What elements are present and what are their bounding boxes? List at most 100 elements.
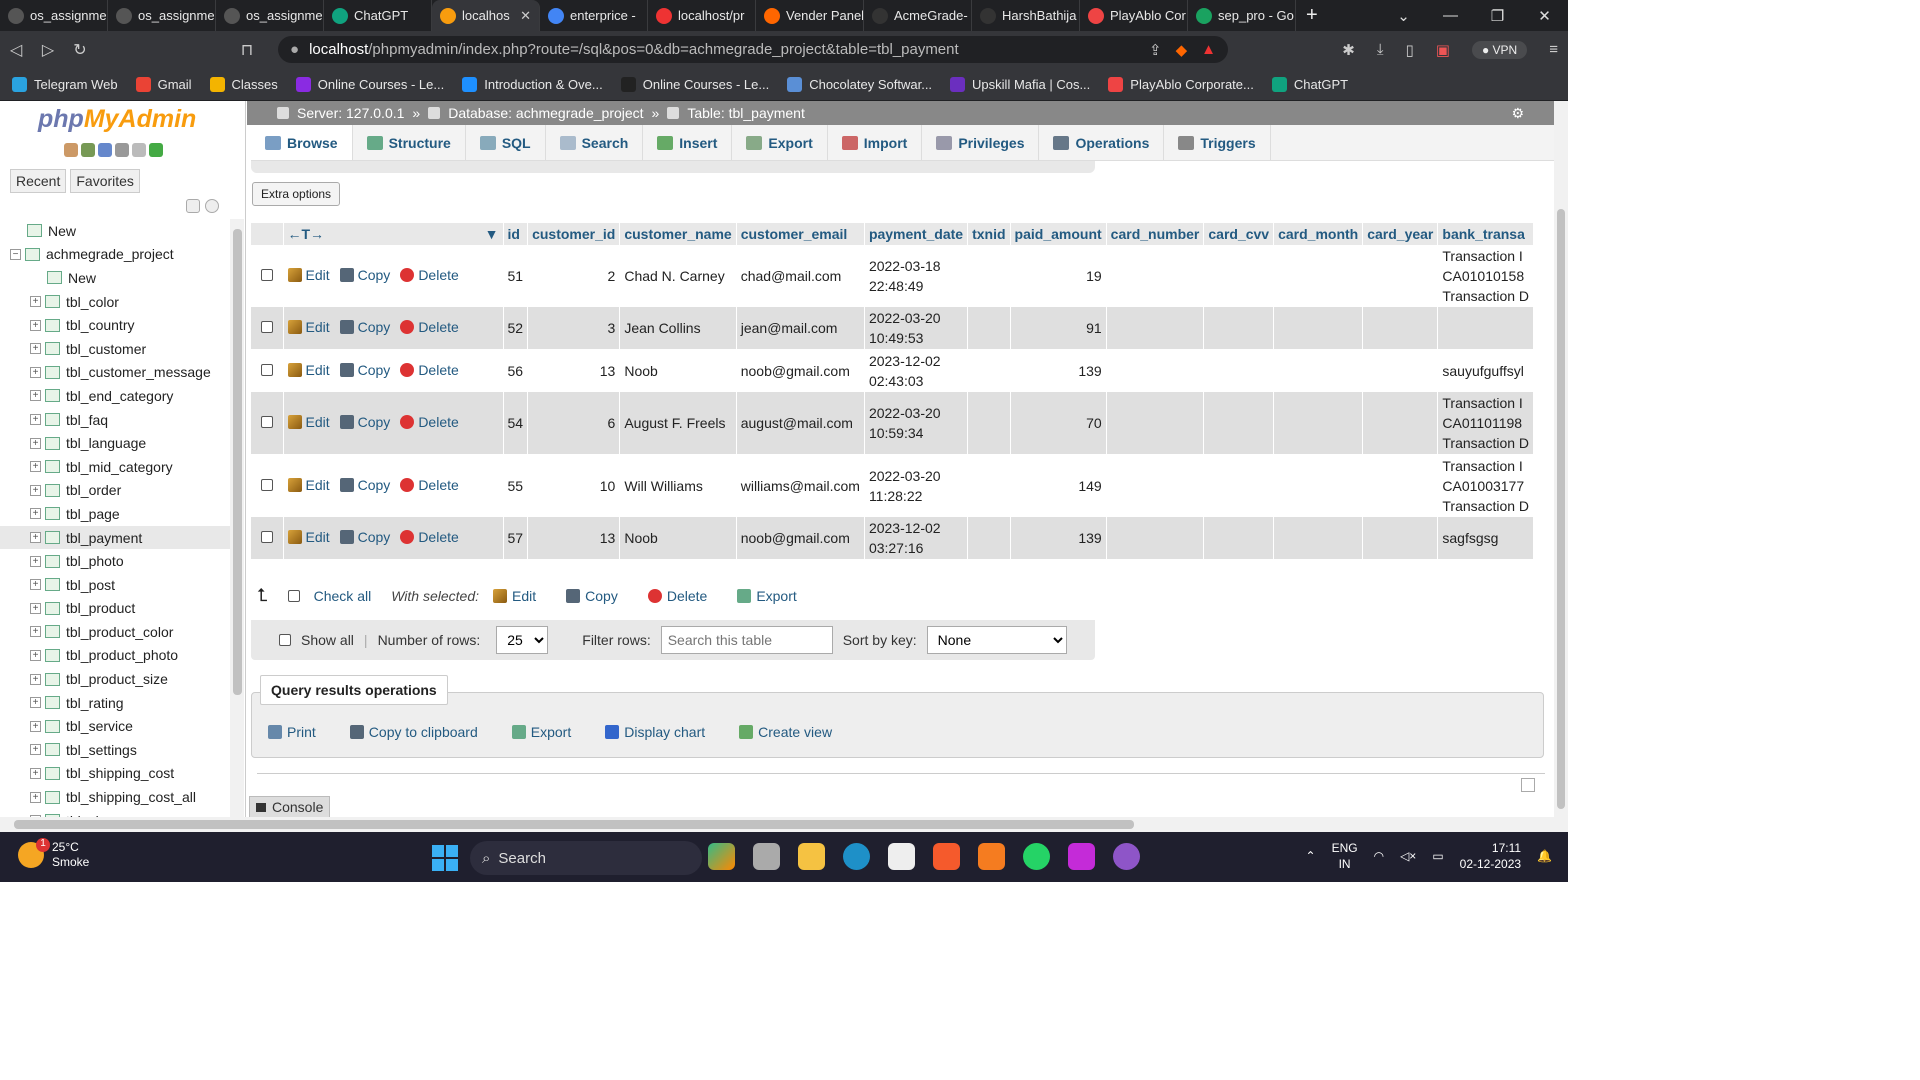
row-checkbox[interactable] (260, 321, 273, 333)
expand-icon[interactable]: + (30, 343, 41, 355)
expand-icon[interactable]: + (30, 673, 41, 685)
tray-chevron-icon[interactable]: ⌃ (1306, 849, 1316, 863)
reload-nav-icon[interactable] (149, 143, 163, 157)
edge-icon[interactable] (843, 843, 870, 870)
downloads-icon[interactable]: ⤓ (1377, 41, 1384, 58)
check-all-label[interactable]: Check all (314, 588, 372, 604)
browser-tab[interactable]: localhos ✕ (432, 0, 540, 31)
row-edit-button[interactable]: Edit (287, 362, 330, 378)
tree-table-tbl_rating[interactable]: + tbl_rating (0, 691, 230, 715)
expand-icon[interactable]: + (30, 484, 41, 496)
wifi-icon[interactable]: ◠ (1374, 849, 1384, 863)
expand-icon[interactable]: + (30, 414, 41, 426)
sort-key-select[interactable]: None (926, 626, 1067, 654)
tree-table-tbl_shipping_cost_all[interactable]: + tbl_shipping_cost_all (0, 785, 230, 809)
expand-icon[interactable]: + (30, 555, 41, 567)
row-checkbox[interactable] (260, 363, 273, 376)
tab-triggers[interactable]: Triggers (1164, 125, 1271, 160)
tab-privileges[interactable]: Privileges (922, 125, 1040, 160)
tab-search-icon[interactable]: ⌄ (1380, 7, 1427, 25)
expand-icon[interactable]: + (30, 720, 41, 732)
bookmark-item[interactable]: Gmail (135, 76, 192, 92)
tree-table-tbl_service[interactable]: + tbl_service (0, 714, 230, 738)
rows-select[interactable]: 25 (496, 626, 549, 654)
row-delete-button[interactable]: Delete (400, 414, 459, 430)
expand-icon[interactable]: + (30, 744, 41, 756)
vpn-button[interactable]: ● VPN (1471, 40, 1528, 59)
back-icon[interactable]: ◁ (0, 40, 32, 60)
help-icon[interactable] (98, 143, 112, 157)
expand-icon[interactable]: + (30, 767, 41, 779)
taskbar-search[interactable]: ⌕ Search (470, 841, 702, 875)
github-desktop-icon[interactable] (1113, 843, 1140, 870)
maximize-button[interactable]: ❐ (1474, 7, 1521, 25)
tree-table-tbl_product[interactable]: + tbl_product (0, 597, 230, 621)
bookmark-item[interactable]: Classes (209, 76, 278, 92)
rewards-icon[interactable]: ▲ (1201, 41, 1216, 58)
column-resize-icon[interactable]: ←T→ (288, 226, 325, 242)
console-button[interactable]: Console (249, 796, 331, 817)
tree-table-tbl_photo[interactable]: + tbl_photo (0, 549, 230, 573)
expand-icon[interactable]: + (30, 319, 41, 331)
browser-tab[interactable]: localhost/pr (648, 0, 756, 31)
browser-tab[interactable]: AcmeGrade- (864, 0, 972, 31)
browser-tab[interactable]: os_assignme (0, 0, 108, 31)
tree-table-tbl_product_photo[interactable]: + tbl_product_photo (0, 644, 230, 668)
menu-icon[interactable]: ≡ (1549, 41, 1558, 58)
qro-print-button[interactable]: Print (268, 724, 316, 740)
tree-table-tbl_customer_message[interactable]: + tbl_customer_message (0, 361, 230, 385)
tree-table-tbl_product_color[interactable]: + tbl_product_color (0, 620, 230, 644)
row-delete-button[interactable]: Delete (400, 267, 459, 283)
tree-table-tbl_page[interactable]: + tbl_page (0, 502, 230, 526)
tab-browse[interactable]: Browse (251, 125, 353, 160)
row-delete-button[interactable]: Delete (400, 477, 459, 493)
sidebar-scrollbar[interactable] (230, 219, 244, 817)
task-view-icon[interactable] (753, 843, 780, 870)
page-note-icon[interactable] (1521, 778, 1535, 792)
tree-table-tbl_shipping_cost[interactable]: + tbl_shipping_cost (0, 762, 230, 786)
tree-table-tbl_post[interactable]: + tbl_post (0, 573, 230, 597)
extensions-icon[interactable]: ✱ (1342, 41, 1355, 59)
tab-structure[interactable]: Structure (353, 125, 466, 160)
expand-icon[interactable]: + (30, 579, 41, 591)
expand-icon[interactable]: + (30, 390, 41, 402)
expand-icon[interactable]: + (30, 697, 41, 709)
browser-tab[interactable]: sep_pro - Go (1188, 0, 1296, 31)
close-window-button[interactable]: ✕ (1521, 7, 1568, 25)
language-indicator[interactable]: ENG IN (1332, 840, 1358, 872)
row-edit-button[interactable]: Edit (287, 414, 330, 430)
url-bar[interactable]: ● localhost/phpmyadmin/index.php?route=/… (278, 36, 1228, 63)
column-header-customer_id[interactable]: customer_id (527, 223, 621, 245)
link-with-main-icon[interactable] (205, 199, 219, 213)
tab-search[interactable]: Search (546, 125, 644, 160)
tree-table-tbl_customer[interactable]: + tbl_customer (0, 337, 230, 361)
brave-icon[interactable] (933, 843, 960, 870)
column-header-card_cvv[interactable]: card_cvv (1203, 223, 1275, 245)
page-scrollbar[interactable] (1554, 101, 1568, 817)
wallet-icon[interactable]: ▣ (1436, 41, 1450, 59)
browser-tab[interactable]: Vender Panel (756, 0, 864, 31)
clock[interactable]: 17:11 02-12-2023 (1460, 840, 1521, 872)
crumb-server[interactable]: Server: 127.0.0.1 (297, 105, 404, 121)
start-button[interactable] (432, 845, 458, 871)
site-info-icon[interactable]: ● (290, 41, 299, 58)
row-edit-button[interactable]: Edit (287, 477, 330, 493)
tree-table-tbl_country[interactable]: + tbl_country (0, 313, 230, 337)
row-delete-button[interactable]: Delete (400, 529, 459, 545)
bookmark-item[interactable]: Introduction & Ove... (462, 76, 603, 92)
column-header-card_number[interactable]: card_number (1106, 223, 1205, 245)
bulk-edit-button[interactable]: Edit (493, 588, 536, 604)
qro-copy-to-clipboard-button[interactable]: Copy to clipboard (349, 724, 478, 740)
column-header-payment_date[interactable]: payment_date (864, 223, 969, 245)
row-copy-button[interactable]: Copy (339, 477, 390, 493)
expand-icon[interactable]: + (30, 649, 41, 661)
expand-icon[interactable]: + (30, 461, 41, 473)
tree-table-tbl_faq[interactable]: + tbl_faq (0, 408, 230, 432)
winamp-icon[interactable] (1068, 843, 1095, 870)
check-all-checkbox[interactable] (287, 589, 300, 602)
copilot-icon[interactable] (708, 843, 735, 870)
row-checkbox[interactable] (260, 531, 273, 543)
forward-icon[interactable]: ▷ (32, 40, 64, 60)
store-icon[interactable] (888, 843, 915, 870)
recent-button[interactable]: Recent (10, 169, 67, 193)
